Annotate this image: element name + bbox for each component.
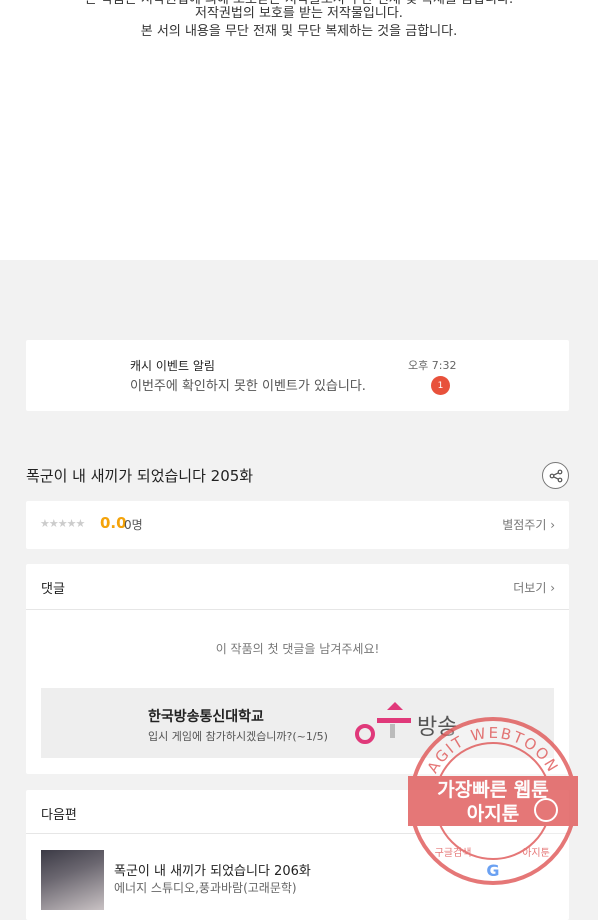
rate-button[interactable]: 별점주기 › xyxy=(502,516,555,533)
alert-count-badge: 1 xyxy=(431,376,450,395)
rating-card: ★★★★★ 0.0 0명 별점주기 › xyxy=(26,501,569,549)
comments-header: 댓글 더보기 › xyxy=(26,564,569,610)
alert-title: 캐시 이벤트 알림 xyxy=(130,359,215,373)
next-episode-thumbnail[interactable] xyxy=(41,850,104,910)
next-episode-author: 에너지 스튜디오,풍과바람(고래문학) xyxy=(114,881,297,895)
notice-line-2: 본 서의 내용을 무단 전재 및 무단 복제하는 것을 금합니다. xyxy=(140,24,458,39)
episode-title: 폭군이 내 새끼가 되었습니다 205화 xyxy=(26,467,254,485)
alert-message: 이번주에 확인하지 못한 이벤트가 있습니다. xyxy=(130,379,366,394)
google-icon: G xyxy=(486,861,499,880)
comments-title: 댓글 xyxy=(41,582,65,597)
rating-score: 0.0 xyxy=(100,514,127,532)
event-alert-card[interactable]: 캐시 이벤트 알림 이번주에 확인하지 못한 이벤트가 있습니다. 오후 7:3… xyxy=(26,340,569,411)
watermark-line-1: 가장빠른 웹툰 xyxy=(437,779,549,801)
watermark-bottom-left: 구글검색 xyxy=(435,847,472,859)
watermark-seal: AGIT WEBTOON 가장빠른 웹툰 아지툰 구글검색 G 아지툰 xyxy=(408,717,578,885)
share-button[interactable] xyxy=(542,462,569,489)
ad-headline: 한국방송통신대학교 xyxy=(148,709,264,725)
star-rating-icons[interactable]: ★★★★★ xyxy=(40,517,85,530)
next-title: 다음편 xyxy=(41,808,77,823)
comments-more-link[interactable]: 더보기 › xyxy=(513,579,555,596)
content-bottom-area: 본 작품은 저작권법에 의해 보호받는 저작물로서 무단 전재 및 복제를 금합… xyxy=(0,0,598,260)
share-icon xyxy=(549,469,562,482)
next-episode-title[interactable]: 폭군이 내 새끼가 되었습니다 206화 xyxy=(114,860,311,879)
watermark-bottom-right: 아지툰 xyxy=(522,847,550,859)
rating-count: 0명 xyxy=(124,518,143,532)
comments-empty-message: 이 작품의 첫 댓글을 남겨주세요! xyxy=(215,642,380,656)
notice-line-1: 저작권법의 보호를 받는 저작물입니다. xyxy=(195,6,403,21)
alert-time: 오후 7:32 xyxy=(408,359,457,372)
ad-subtext: 입시 게임에 참가하시겠습니까?(~1/5) xyxy=(148,730,328,743)
watermark-line-2: 아지툰 xyxy=(467,803,519,825)
